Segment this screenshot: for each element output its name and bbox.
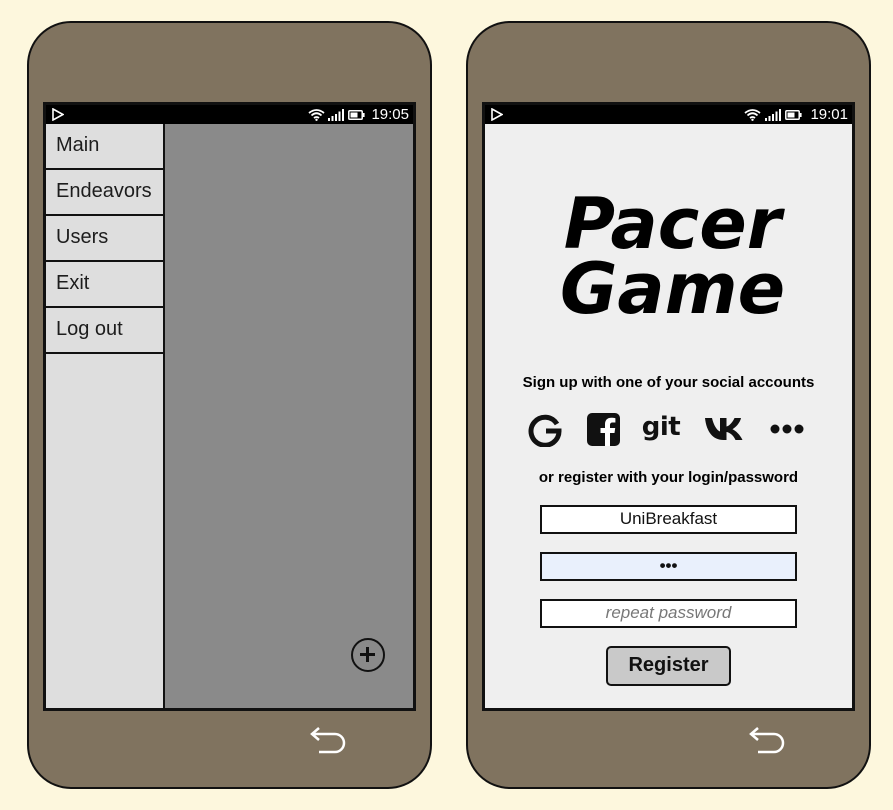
drawer-item-exit[interactable]: Exit	[46, 262, 163, 308]
wifi-icon	[308, 109, 325, 121]
repeat-password-field[interactable]: repeat password	[540, 599, 797, 628]
password-register-heading: or register with your login/password	[538, 469, 799, 486]
app-logo-line-2: Game	[559, 248, 786, 330]
status-bar: 19:01	[485, 105, 852, 124]
dimmed-content-overlay[interactable]	[165, 124, 413, 708]
signal-icon	[328, 109, 344, 121]
git-button[interactable]: git	[638, 407, 684, 447]
play-store-icon	[491, 108, 503, 121]
registration-screen: Pacer Game Sign up with one of your soci…	[485, 124, 852, 708]
battery-icon	[348, 110, 365, 120]
left-screen: 19:05 Main Endeavors Users Exit Log out	[43, 102, 416, 711]
google-button[interactable]	[525, 409, 565, 449]
signal-icon	[765, 109, 781, 121]
google-icon	[528, 414, 562, 447]
vk-button[interactable]	[702, 409, 746, 449]
left-phone: 19:05 Main Endeavors Users Exit Log out	[27, 21, 432, 789]
add-button[interactable]	[351, 638, 385, 672]
back-arrow-icon[interactable]	[746, 726, 788, 756]
battery-icon	[785, 110, 802, 120]
facebook-icon	[586, 412, 620, 446]
status-time: 19:05	[371, 106, 409, 123]
password-field[interactable]: •••	[540, 552, 797, 581]
register-button[interactable]: Register	[606, 646, 731, 686]
status-bar: 19:05	[46, 105, 413, 124]
drawer-item-main[interactable]: Main	[46, 124, 163, 170]
wifi-icon	[744, 109, 761, 121]
drawer-item-users[interactable]: Users	[46, 216, 163, 262]
right-phone: 19:01 Pacer Game Sign up with one of you…	[466, 21, 871, 789]
drawer-item-log-out[interactable]: Log out	[46, 308, 163, 354]
drawer-item-endeavors[interactable]: Endeavors	[46, 170, 163, 216]
status-time: 19:01	[810, 106, 848, 123]
more-icon	[770, 424, 804, 434]
login-field[interactable]: UniBreakfast	[540, 505, 797, 534]
plus-icon	[360, 647, 375, 662]
social-buttons-row: git	[485, 409, 852, 449]
git-icon: git	[641, 412, 681, 442]
back-arrow-icon[interactable]	[307, 726, 349, 756]
navigation-drawer: Main Endeavors Users Exit Log out	[46, 124, 165, 708]
facebook-button[interactable]	[583, 409, 623, 449]
play-store-icon	[52, 108, 64, 121]
vk-icon	[705, 418, 743, 440]
social-signup-heading: Sign up with one of your social accounts	[522, 374, 815, 391]
more-button[interactable]	[765, 409, 809, 449]
right-screen: 19:01 Pacer Game Sign up with one of you…	[482, 102, 855, 711]
